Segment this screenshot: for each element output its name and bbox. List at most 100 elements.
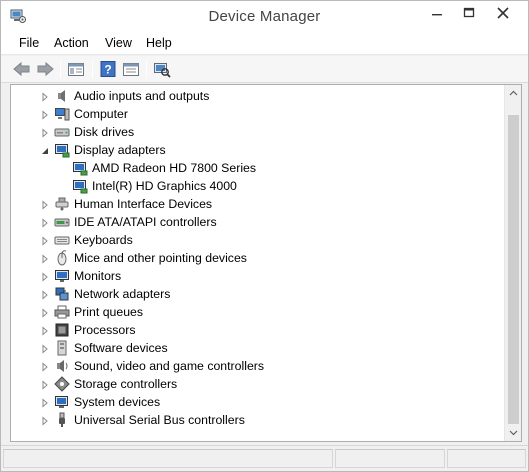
- expand-arrow-icon[interactable]: [40, 235, 50, 246]
- status-bar: [1, 445, 528, 471]
- forward-icon: [37, 61, 54, 77]
- display-adapter-icon: [72, 160, 88, 176]
- display-adapter-icon: [54, 142, 70, 158]
- expand-arrow-icon[interactable]: [40, 217, 50, 228]
- printer-icon: [54, 304, 70, 320]
- storage-controller-icon: [54, 376, 70, 392]
- tree-node-label: Software devices: [74, 341, 168, 355]
- tree-node-label: Universal Serial Bus controllers: [74, 413, 245, 427]
- vertical-scrollbar[interactable]: [504, 85, 521, 441]
- tree-node-monitors[interactable]: Monitors: [11, 267, 504, 285]
- tree-node-system-devices[interactable]: System devices: [11, 393, 504, 411]
- tree-node-universal-serial-bus-controllers[interactable]: Universal Serial Bus controllers: [11, 411, 504, 429]
- expand-arrow-icon[interactable]: [40, 91, 50, 102]
- tree-node-print-queues[interactable]: Print queues: [11, 303, 504, 321]
- disk-drive-icon: [54, 124, 70, 140]
- processor-icon: [54, 322, 70, 338]
- tree-node-storage-controllers[interactable]: Storage controllers: [11, 375, 504, 393]
- computer-icon: [54, 106, 70, 122]
- expand-arrow-icon[interactable]: [40, 271, 50, 282]
- tree-node-display-adapters[interactable]: Display adapters: [11, 141, 504, 159]
- expand-arrow-icon[interactable]: [40, 397, 50, 408]
- system-devices-icon: [54, 394, 70, 410]
- expand-arrow-icon[interactable]: [40, 415, 50, 426]
- chevron-down-icon: [509, 430, 518, 436]
- expand-arrow-icon[interactable]: [40, 127, 50, 138]
- tree-node-audio-inputs-and-outputs[interactable]: Audio inputs and outputs: [11, 87, 504, 105]
- device-tree[interactable]: Audio inputs and outputs Computer Disk dri…: [10, 84, 522, 442]
- scan-hardware-button[interactable]: [152, 60, 172, 78]
- help-button[interactable]: ?: [98, 60, 118, 78]
- ide-controller-icon: [54, 214, 70, 230]
- chevron-up-icon: [509, 90, 518, 96]
- mouse-icon: [54, 250, 70, 266]
- show-hide-console-tree-button[interactable]: [66, 60, 86, 78]
- status-cell-secondary: [335, 449, 445, 468]
- svg-text:?: ?: [104, 63, 111, 77]
- menu-file[interactable]: File: [19, 36, 39, 50]
- tree-node-label: Print queues: [74, 305, 144, 319]
- expand-arrow-icon[interactable]: [40, 109, 50, 120]
- status-cell-main: [3, 449, 333, 468]
- tree-child-amd-radeon-hd-7800-series[interactable]: AMD Radeon HD 7800 Series: [11, 159, 504, 177]
- tree-node-label: Keyboards: [74, 233, 133, 247]
- status-cell-tertiary: [447, 449, 526, 468]
- collapse-arrow-icon[interactable]: [40, 145, 50, 155]
- tree-node-computer[interactable]: Computer: [11, 105, 504, 123]
- scan-hardware-icon: [154, 63, 171, 78]
- back-button[interactable]: [12, 60, 32, 78]
- tree-node-disk-drives[interactable]: Disk drives: [11, 123, 504, 141]
- maximize-icon: [463, 7, 475, 18]
- monitor-icon: [54, 268, 70, 284]
- tree-node-label: Mice and other pointing devices: [74, 251, 247, 265]
- properties-button[interactable]: [121, 60, 141, 78]
- forward-button[interactable]: [35, 60, 55, 78]
- close-button[interactable]: [479, 1, 527, 25]
- display-adapter-icon: [72, 178, 88, 194]
- menu-help[interactable]: Help: [146, 36, 172, 50]
- tree-node-label: Monitors: [74, 269, 122, 283]
- usb-icon: [54, 412, 70, 428]
- hid-icon: [54, 196, 70, 212]
- tree-node-ide-ata-atapi-controllers[interactable]: IDE ATA/ATAPI controllers: [11, 213, 504, 231]
- tree-node-label: AMD Radeon HD 7800 Series: [92, 161, 257, 175]
- tree-node-software-devices[interactable]: Software devices: [11, 339, 504, 357]
- expand-arrow-icon[interactable]: [40, 379, 50, 390]
- tree-node-label: Processors: [74, 323, 136, 337]
- expand-arrow-icon[interactable]: [40, 361, 50, 372]
- tree-node-processors[interactable]: Processors: [11, 321, 504, 339]
- back-icon: [13, 61, 30, 77]
- expand-arrow-icon[interactable]: [40, 343, 50, 354]
- tree-node-label: System devices: [74, 395, 161, 409]
- toolbar: ?: [1, 56, 528, 83]
- tree-node-sound-video-and-game-controllers[interactable]: Sound, video and game controllers: [11, 357, 504, 375]
- tree-node-human-interface-devices[interactable]: Human Interface Devices: [11, 195, 504, 213]
- menu-action[interactable]: Action: [54, 36, 89, 50]
- tree-node-keyboards[interactable]: Keyboards: [11, 231, 504, 249]
- scrollbar-thumb[interactable]: [508, 115, 519, 424]
- tree-node-label: Network adapters: [74, 287, 171, 301]
- minimize-button[interactable]: [421, 1, 453, 25]
- expand-arrow-icon[interactable]: [40, 289, 50, 300]
- tree-node-label: IDE ATA/ATAPI controllers: [74, 215, 217, 229]
- tree-node-label: Display adapters: [74, 143, 166, 157]
- software-device-icon: [54, 340, 70, 356]
- speaker-icon: [54, 88, 70, 104]
- tree-node-network-adapters[interactable]: Network adapters: [11, 285, 504, 303]
- expand-arrow-icon[interactable]: [40, 307, 50, 318]
- expand-arrow-icon[interactable]: [40, 199, 50, 210]
- menu-bar: File Action View Help: [1, 31, 528, 55]
- tree-node-mice-and-other-pointing-devices[interactable]: Mice and other pointing devices: [11, 249, 504, 267]
- tree-node-label: Human Interface Devices: [74, 197, 213, 211]
- scroll-down-button[interactable]: [505, 424, 521, 441]
- expand-arrow-icon[interactable]: [40, 325, 50, 336]
- tree-child-intel-r-hd-graphics-4000[interactable]: Intel(R) HD Graphics 4000: [11, 177, 504, 195]
- scroll-up-button[interactable]: [505, 85, 521, 102]
- minimize-icon: [432, 14, 442, 16]
- properties-icon: [123, 63, 139, 76]
- menu-view[interactable]: View: [105, 36, 132, 50]
- expand-arrow-icon[interactable]: [40, 253, 50, 264]
- tree-node-label: Computer: [74, 107, 128, 121]
- title-bar[interactable]: Device Manager: [1, 1, 528, 31]
- keyboard-icon: [54, 232, 70, 248]
